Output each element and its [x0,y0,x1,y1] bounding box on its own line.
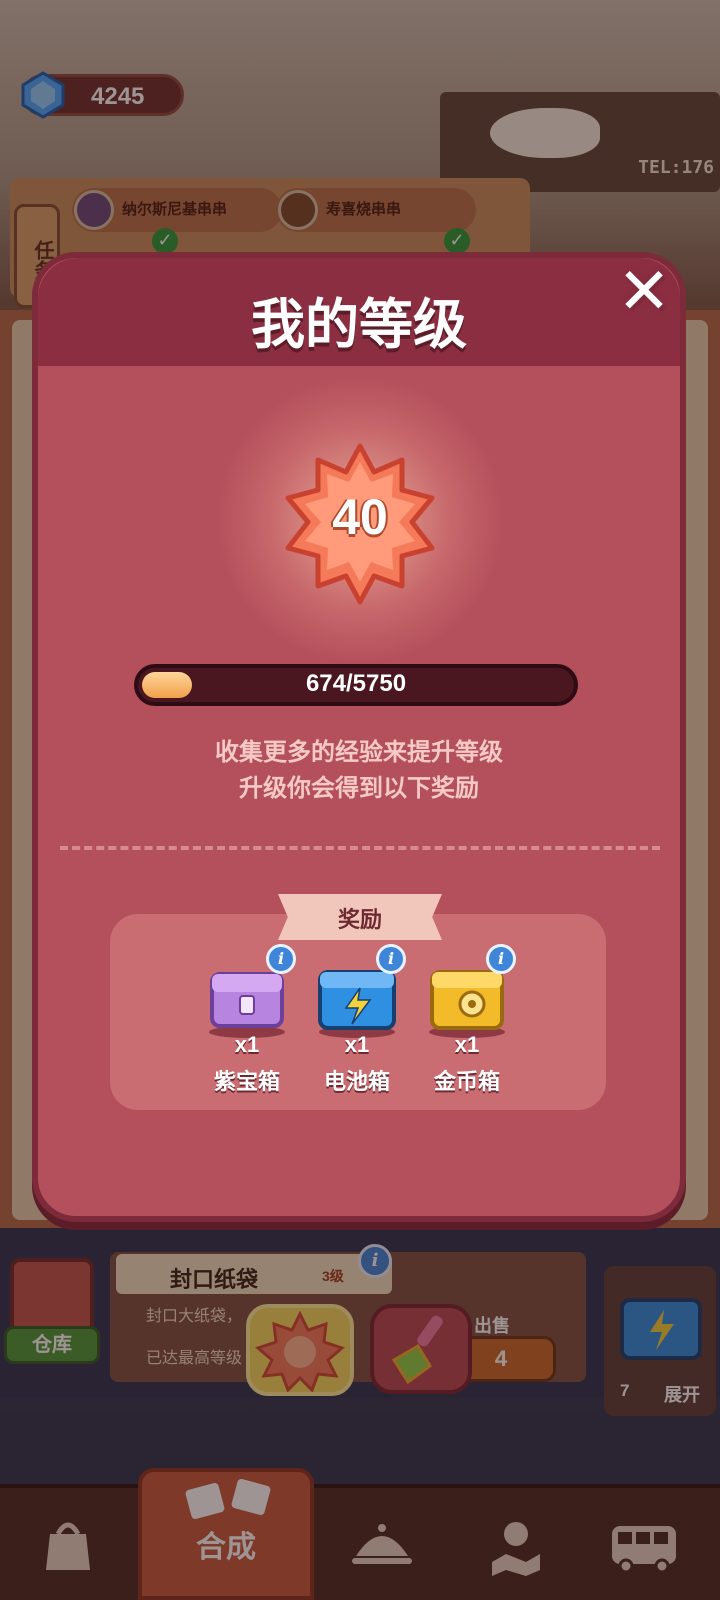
reward-info-icon[interactable]: i [266,944,296,974]
xp-progress-text: 674/5750 [305,670,407,697]
reward-name: 紫宝箱 [213,1069,280,1094]
hint-text-line2: 升级你会得到以下奖励 [239,775,479,802]
close-button[interactable]: ✕ [612,260,676,326]
reward-info-icon[interactable]: i [486,944,516,974]
reward-quantity: x1 [234,1032,260,1057]
reward-name: 电池箱 [323,1069,390,1094]
reward-quantity: x1 [344,1032,370,1057]
reward-item[interactable]: i x1 金币箱 [412,944,522,1100]
reward-item[interactable]: i x1 电池箱 [302,944,412,1100]
reward-name: 金币箱 [433,1069,500,1094]
reward-quantity: x1 [454,1032,480,1057]
level-number: 40 [332,489,388,545]
divider [60,846,660,850]
hint-text-line1: 收集更多的经验来提升等级 [215,739,503,766]
modal-title: 我的等级 [251,295,467,355]
rewards-title: 奖励 [337,907,382,932]
reward-item[interactable]: i x1 紫宝箱 [192,944,302,1100]
reward-info-icon[interactable]: i [376,944,406,974]
